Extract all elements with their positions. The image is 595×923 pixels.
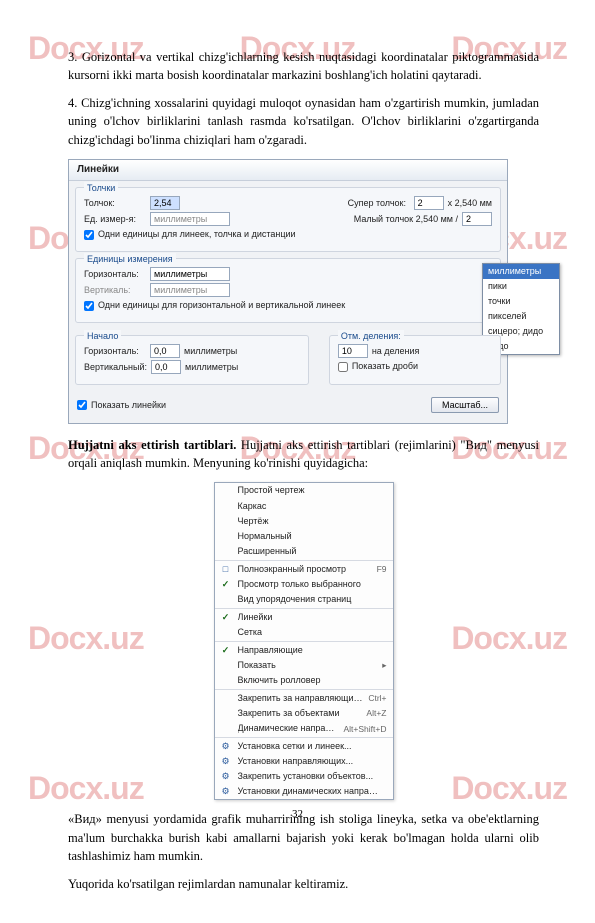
document-content: 3. Gorizontal va vertikal chizg'ichlarni…: [0, 0, 595, 923]
origin-h-input[interactable]: [150, 344, 180, 358]
paragraph-3: 3. Gorizontal va vertikal chizg'ichlarni…: [68, 48, 539, 84]
group-title: Отм. деления:: [338, 330, 404, 343]
paragraph-after-1: «Вид» menyusi yordamida grafik muharriri…: [68, 810, 539, 864]
group-divisions: Отм. деления: на деления Показать дроби: [329, 335, 501, 385]
dropdown-item[interactable]: пикселей: [483, 309, 559, 324]
ed-select[interactable]: [150, 212, 230, 226]
dropdown-item[interactable]: миллиметры: [483, 264, 559, 279]
vert-select[interactable]: [150, 283, 230, 297]
chk2-label: Одни единицы для горизонтальной и вертик…: [98, 299, 345, 312]
chk3-label: Показать дроби: [352, 360, 418, 373]
maly-input[interactable]: [462, 212, 492, 226]
dropdown-item[interactable]: пики: [483, 279, 559, 294]
group-units: Единицы измерения Горизонталь: Вертикаль…: [75, 258, 501, 323]
menu-item[interactable]: ✓Просмотр только выбранного: [215, 577, 393, 592]
paragraph-after-2: Yuqorida ko'rsatilgan rejimlardan namuna…: [68, 875, 539, 893]
show-rulers-checkbox[interactable]: [77, 400, 87, 410]
group-title: Единицы измерения: [84, 253, 176, 266]
origin-v-label: Вертикальный:: [84, 361, 147, 374]
same-units-checkbox[interactable]: [84, 230, 94, 240]
heading-bold: Hujjatni aks ettirish tartiblari.: [68, 438, 236, 452]
vert-label: Вертикаль:: [84, 284, 146, 297]
menu-item[interactable]: Сетка: [215, 625, 393, 640]
menu-item[interactable]: Динамические направляющиеAlt+Shift+D: [215, 721, 393, 736]
tolchok-input[interactable]: [150, 196, 180, 210]
heading-paragraph: Hujjatni aks ettirish tartiblari. Hujjat…: [68, 436, 539, 472]
menu-item[interactable]: Каркас: [215, 499, 393, 514]
menu-item[interactable]: Вид упорядочения страниц: [215, 592, 393, 607]
divisions-input[interactable]: [338, 344, 368, 358]
tolchok-label: Толчок:: [84, 197, 146, 210]
menu-item[interactable]: Закрепить за направляющимиCtrl+: [215, 691, 393, 706]
menu-item[interactable]: Чертёж: [215, 514, 393, 529]
super-label: Супер толчок:: [348, 197, 410, 210]
show-fractions-checkbox[interactable]: [338, 362, 348, 372]
origin-v-unit: миллиметры: [185, 361, 238, 374]
scale-button[interactable]: Масштаб...: [431, 397, 499, 413]
divisions-suffix: на деления: [372, 345, 420, 358]
menu-item[interactable]: Расширенный: [215, 544, 393, 559]
origin-h-unit: миллиметры: [184, 345, 237, 358]
menu-item[interactable]: Закрепить за объектамиAlt+Z: [215, 706, 393, 721]
group-origin: Начало Горизонталь: миллиметры Вертикаль…: [75, 335, 309, 385]
menu-item[interactable]: Нормальный: [215, 529, 393, 544]
menu-item[interactable]: □Полноэкранный просмотрF9: [215, 562, 393, 577]
ed-label: Ед. измер-я:: [84, 213, 146, 226]
maly-label: Малый толчок 2,540 мм /: [354, 213, 458, 226]
same-hv-checkbox[interactable]: [84, 301, 94, 311]
dialog-title: Линейки: [69, 160, 507, 182]
super-input[interactable]: [414, 196, 444, 210]
menu-item[interactable]: ✓Направляющие: [215, 643, 393, 658]
horiz-select[interactable]: [150, 267, 230, 281]
menu-item[interactable]: ⚙Установки направляющих...: [215, 754, 393, 769]
menu-item[interactable]: ✓Линейки: [215, 610, 393, 625]
menu-item[interactable]: Простой чертеж: [215, 483, 393, 498]
group-tolchki: Толчки Толчок: Супер толчок: x 2,540 мм …: [75, 187, 501, 252]
dropdown-item[interactable]: точки: [483, 294, 559, 309]
show-rulers-label: Показать линейки: [91, 399, 166, 412]
menu-item[interactable]: ⚙Закрепить установки объектов...: [215, 769, 393, 784]
horiz-label: Горизонталь:: [84, 268, 146, 281]
view-menu: Простой чертежКаркасЧертёжНормальныйРасш…: [214, 482, 394, 800]
group-title: Толчки: [84, 182, 118, 195]
rulers-dialog: Линейки Толчки Толчок: Супер толчок: x 2…: [68, 159, 508, 425]
origin-v-input[interactable]: [151, 360, 181, 374]
origin-h-label: Горизонталь:: [84, 345, 146, 358]
chk1-label: Одни единицы для линеек, толчка и дистан…: [98, 228, 296, 241]
menu-item[interactable]: ⚙Установки динамических направляющих...: [215, 784, 393, 799]
menu-item[interactable]: Включить ролловер: [215, 673, 393, 688]
group-title: Начало: [84, 330, 121, 343]
menu-item[interactable]: Показать▸: [215, 658, 393, 673]
paragraph-4: 4. Chizg'ichning xossalarini quyidagi mu…: [68, 94, 539, 148]
menu-item[interactable]: ⚙Установка сетки и линеек...: [215, 739, 393, 754]
super-suffix: x 2,540 мм: [448, 197, 492, 210]
